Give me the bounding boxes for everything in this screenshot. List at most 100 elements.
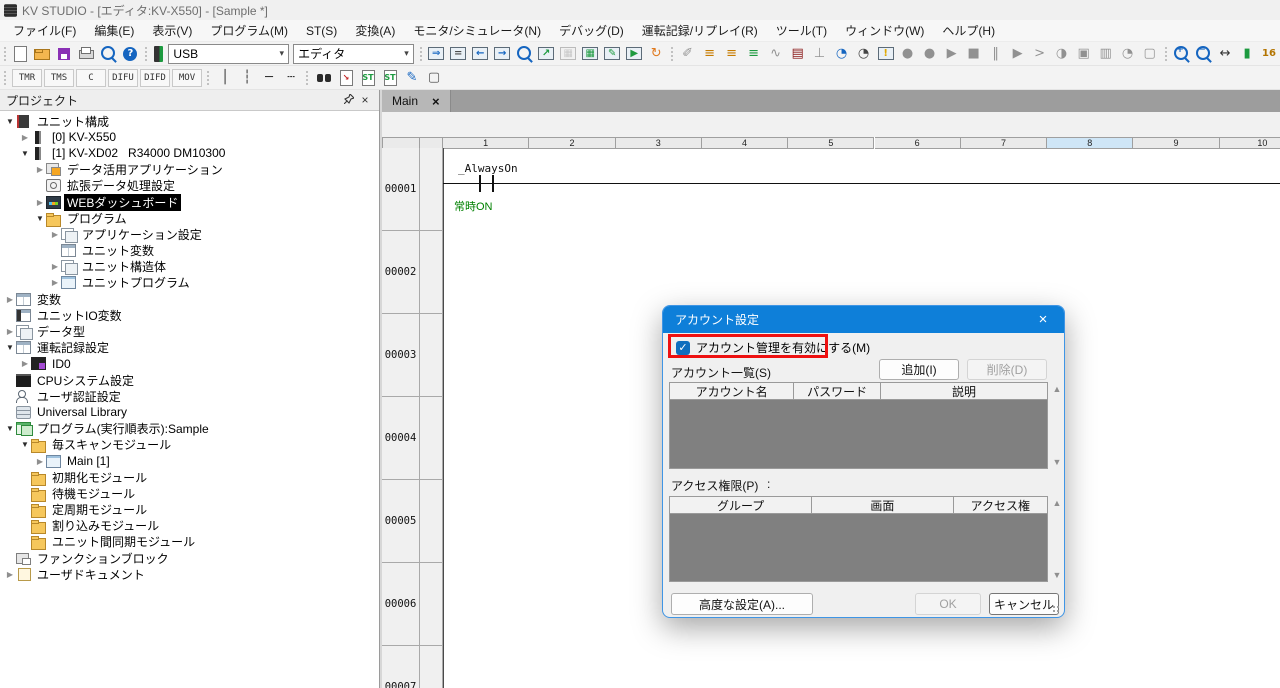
help-icon[interactable]: ? xyxy=(119,44,141,64)
rung-number-00005[interactable]: 00005 xyxy=(382,480,420,563)
rung-number-00006[interactable]: 00006 xyxy=(382,563,420,646)
record-alt-icon[interactable]: ● xyxy=(919,44,941,64)
vertical-dashed-line-icon[interactable]: ┆ xyxy=(236,68,258,88)
scroll-up-icon[interactable]: ▲ xyxy=(1051,497,1063,509)
menu-item-window[interactable]: ウィンドウ(W) xyxy=(836,20,933,41)
tree-item-kv-x550[interactable]: ▶[0] KV-X550 xyxy=(0,129,379,145)
st-editor-icon[interactable]: ST xyxy=(357,68,379,88)
batch-monitor-icon[interactable]: ✎ xyxy=(601,44,623,64)
tree-item-extended-data-processing[interactable]: 拡張データ処理設定 xyxy=(0,178,379,194)
tree-expand-icon[interactable]: ▶ xyxy=(49,230,61,239)
ladder-column-header-1[interactable]: 1 xyxy=(443,137,529,149)
menu-item-st[interactable]: ST(S) xyxy=(297,22,346,40)
record-icon[interactable]: ● xyxy=(897,44,919,64)
contact-symbol-left-bar[interactable] xyxy=(479,175,481,192)
menu-item-help[interactable]: ヘルプ(H) xyxy=(933,20,1004,41)
tree-expand-icon[interactable]: ▼ xyxy=(19,440,31,449)
scroll-down-icon[interactable]: ▼ xyxy=(1051,569,1063,581)
print-icon[interactable] xyxy=(75,44,97,64)
print-preview-icon[interactable] xyxy=(97,44,119,64)
tree-item-fixed-cycle-module[interactable]: 定周期モジュール xyxy=(0,502,379,518)
connection-select[interactable]: USB ▾ xyxy=(168,44,289,64)
tree-item-application-settings[interactable]: ▶アプリケーション設定 xyxy=(0,226,379,242)
tree-expand-icon[interactable]: ▼ xyxy=(4,343,16,352)
column-header-1[interactable]: アカウント名 xyxy=(670,383,794,399)
tree-expand-icon[interactable]: ▶ xyxy=(4,327,16,336)
menu-item-debug[interactable]: デバッグ(D) xyxy=(550,20,633,41)
ladder-column-header-4[interactable]: 4 xyxy=(702,137,788,149)
instruction-button-difu[interactable]: DIFU xyxy=(108,69,138,87)
dialog-titlebar[interactable]: アカウント設定 × xyxy=(663,306,1064,333)
send-to-plc-icon[interactable]: ⇒ xyxy=(425,44,447,64)
vertical-line-icon[interactable]: │ xyxy=(214,68,236,88)
tree-item-id0[interactable]: ▶ID0 xyxy=(0,356,379,372)
scale-icon[interactable]: ▢ xyxy=(1139,44,1161,64)
replay-icon[interactable]: ◑ xyxy=(1051,44,1073,64)
instruction-button-mov[interactable]: MOV xyxy=(172,69,202,87)
time-chart-monitor-icon[interactable]: ◔ xyxy=(831,44,853,64)
dialog-resize-grip[interactable] xyxy=(1052,605,1061,614)
zoom-out-icon[interactable]: − xyxy=(1192,44,1214,64)
device-alert-icon[interactable]: ! xyxy=(875,44,897,64)
tree-item-universal-library[interactable]: Universal Library xyxy=(0,404,379,420)
pause-icon[interactable]: ‖ xyxy=(985,44,1007,64)
tree-expand-icon[interactable]: ▶ xyxy=(19,359,31,368)
ladder-column-header-5[interactable]: 5 xyxy=(788,137,874,149)
tab-main[interactable]: Main × xyxy=(382,90,451,112)
tree-item-program-folder[interactable]: ▼プログラム xyxy=(0,210,379,226)
tree-expand-icon[interactable]: ▶ xyxy=(34,457,46,466)
export-doc-icon[interactable]: ↘ xyxy=(335,68,357,88)
st-device-icon[interactable]: ST xyxy=(379,68,401,88)
column-header-3[interactable]: 説明 xyxy=(881,383,1047,399)
display-16-icon[interactable]: 16 xyxy=(1258,44,1280,64)
write-to-plc-icon[interactable]: → xyxy=(491,44,513,64)
simulator-icon[interactable]: ▦ xyxy=(557,44,579,64)
tab-close-icon[interactable]: × xyxy=(432,94,440,109)
contact-operand-label[interactable]: _AlwaysOn xyxy=(458,162,518,175)
tree-item-exec-program[interactable]: ▼プログラム(実行順表示):Sample xyxy=(0,421,379,437)
menu-item-convert[interactable]: 変換(A) xyxy=(346,20,404,41)
step-icon[interactable]: ▶ xyxy=(1007,44,1029,64)
ladder-column-header-7[interactable]: 7 xyxy=(961,137,1047,149)
contact-symbol-right-bar[interactable] xyxy=(492,175,494,192)
tree-item-every-scan-module[interactable]: ▼毎スキャンモジュール xyxy=(0,437,379,453)
ladder-column-header-6[interactable]: 6 xyxy=(875,137,961,149)
close-icon[interactable]: × xyxy=(357,93,373,107)
instruction-button-tmr[interactable]: TMR xyxy=(12,69,42,87)
toolbar-grip[interactable] xyxy=(419,46,422,62)
tree-expand-icon[interactable]: ▼ xyxy=(19,149,31,158)
device-list-icon[interactable]: ≡ xyxy=(699,44,721,64)
tree-item-standby-module[interactable]: 待機モジュール xyxy=(0,485,379,501)
tree-item-web-dashboard[interactable]: ▶WEBダッシュボード xyxy=(0,194,379,210)
tree-item-data-types[interactable]: ▶データ型 xyxy=(0,323,379,339)
menu-item-file[interactable]: ファイル(F) xyxy=(4,20,85,41)
open-file-icon[interactable] xyxy=(31,44,53,64)
stopwatch-icon[interactable]: ◔ xyxy=(1117,44,1139,64)
realtime-chart-icon[interactable]: ▤ xyxy=(787,44,809,64)
plc-comment-icon[interactable]: = xyxy=(447,44,469,64)
ladder-column-header-10[interactable]: 10 xyxy=(1220,137,1280,149)
rung-number-00001[interactable]: 00001 xyxy=(382,148,420,231)
account-table[interactable]: アカウント名パスワード説明 xyxy=(669,382,1048,469)
tree-item-unit-structures[interactable]: ▶ユニット構造体 xyxy=(0,259,379,275)
rung-number-00007[interactable]: 00007 xyxy=(382,646,420,688)
column-header-2[interactable]: 画面 xyxy=(812,497,953,513)
column-header-3[interactable]: アクセス権 xyxy=(954,497,1048,513)
toolbar-grip[interactable] xyxy=(206,70,211,86)
toolbar-grip[interactable] xyxy=(144,46,147,62)
rung-number-00003[interactable]: 00003 xyxy=(382,314,420,397)
scroll-down-icon[interactable]: ▼ xyxy=(1051,456,1063,468)
tree-expand-icon[interactable]: ▶ xyxy=(4,295,16,304)
column-header-1[interactable]: グループ xyxy=(670,497,812,513)
tree-item-cpu-system-settings[interactable]: CPUシステム設定 xyxy=(0,372,379,388)
script-edit-icon[interactable]: ✎ xyxy=(401,68,423,88)
tree-item-inter-unit-sync-module[interactable]: ユニット間同期モジュール xyxy=(0,534,379,550)
pin-icon[interactable] xyxy=(341,93,357,107)
online-edit-icon[interactable]: ▶ xyxy=(623,44,645,64)
edit-device-list-icon[interactable]: ≡ xyxy=(743,44,765,64)
verify-plc-icon[interactable] xyxy=(513,44,535,64)
menu-item-edit[interactable]: 編集(E) xyxy=(85,20,143,41)
draw-tool-icon[interactable]: ✐ xyxy=(677,44,699,64)
save-icon[interactable] xyxy=(53,44,75,64)
monitor-icon[interactable]: ↗ xyxy=(535,44,557,64)
